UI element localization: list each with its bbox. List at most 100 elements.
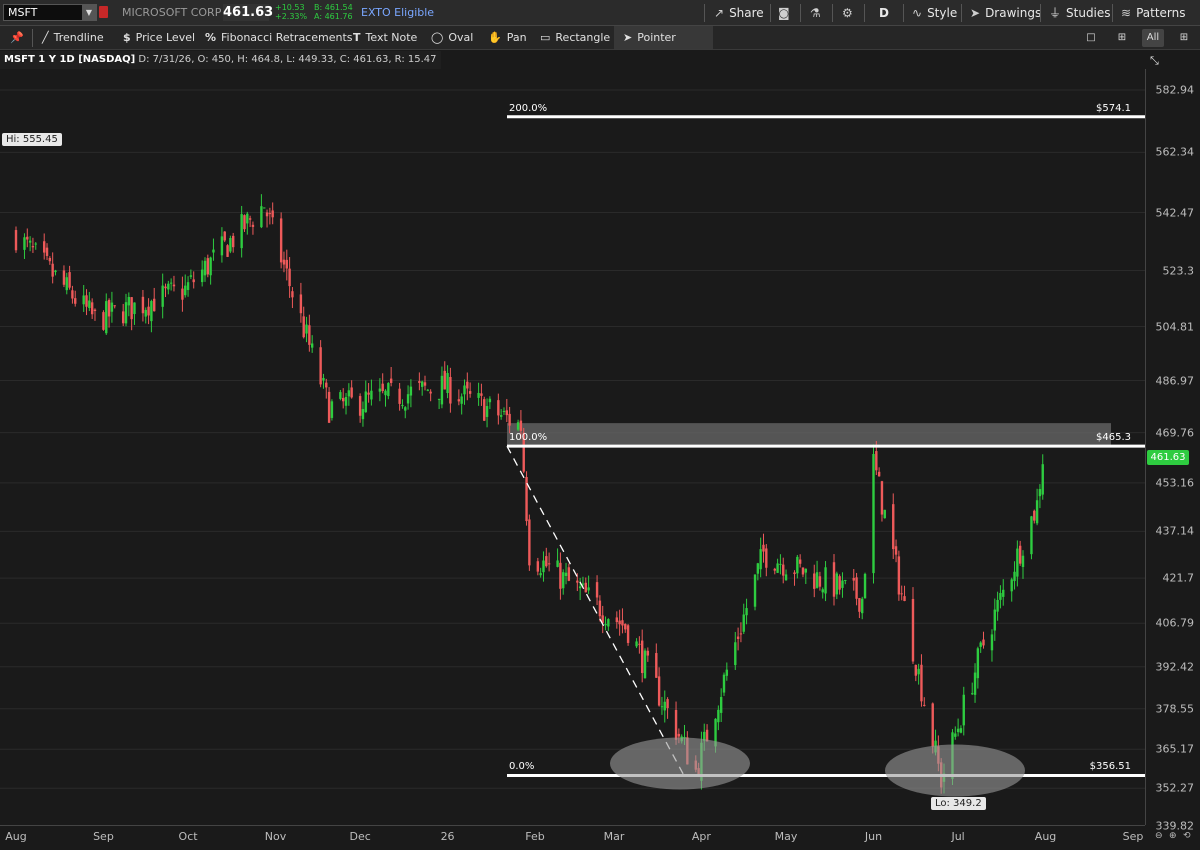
- candle-body: [841, 580, 844, 588]
- candle-body: [545, 556, 548, 567]
- candle-body: [305, 324, 308, 334]
- candle-body: [423, 382, 427, 386]
- pin-button[interactable]: 📌: [10, 30, 29, 46]
- divider: [1040, 4, 1041, 22]
- grid-lines: [0, 89, 1145, 789]
- price-level-tool[interactable]: $ Price Level: [123, 30, 195, 46]
- time-axis[interactable]: Aug Sep Oct Nov Dec 26 Feb Mar Apr May Jun Jul Aug Se…: [0, 825, 1145, 850]
- reset-icon[interactable]: ⟲: [1183, 831, 1191, 841]
- price-axis-label: 523.3: [1162, 264, 1195, 278]
- candle-body: [127, 296, 131, 306]
- time-axis-label: Feb: [525, 830, 545, 843]
- candle-body: [45, 247, 49, 256]
- text-note-tool[interactable]: T Text Note: [353, 30, 417, 46]
- candle-body: [505, 410, 509, 416]
- fibonacci-label: Fibonacci Retracements: [221, 31, 353, 44]
- share-button[interactable]: ↗ Share: [714, 5, 764, 21]
- candle-body: [646, 650, 650, 656]
- trendline-tool[interactable]: ╱ Trendline: [42, 30, 104, 46]
- chevron-down-icon[interactable]: ▼: [82, 5, 96, 20]
- candle-body: [240, 214, 243, 249]
- candle-body: [291, 291, 294, 298]
- price-axis-labels: 582.94 562.34 542.47 523.3 504.81 486.97 469.7…: [1145, 0, 1200, 850]
- candle-body: [404, 407, 407, 411]
- divider: [832, 4, 833, 22]
- style-icon: ∿: [912, 6, 923, 20]
- symbol-text: MSFT: [8, 6, 38, 19]
- candle-body: [418, 381, 421, 383]
- candle-body: [186, 282, 190, 291]
- candle-body: [759, 549, 762, 570]
- candle-body: [990, 634, 994, 651]
- time-axis-label: Jul: [951, 830, 965, 843]
- quad-grid-toggle[interactable]: ⊞: [1111, 29, 1133, 47]
- candle-body: [832, 562, 836, 597]
- divider: [704, 4, 705, 22]
- candle-body: [1018, 545, 1022, 564]
- price-axis-label: 406.79: [1155, 616, 1195, 630]
- drawings-button[interactable]: ➤ Drawings: [970, 5, 1041, 21]
- candle-body: [717, 709, 720, 723]
- candle-body: [310, 343, 314, 348]
- symbol-input[interactable]: MSFT ▼: [3, 4, 97, 21]
- camera-button[interactable]: ◙: [778, 5, 795, 21]
- zoom-in-icon[interactable]: ⊕: [1169, 831, 1177, 841]
- pointer-tool[interactable]: ➤ Pointer: [623, 30, 676, 46]
- candle-body: [973, 672, 977, 695]
- time-axis-label: Oct: [178, 830, 198, 843]
- candle-body: [911, 598, 915, 662]
- candle-body: [547, 563, 551, 565]
- candle-body: [576, 580, 579, 583]
- candle-body: [536, 561, 540, 572]
- top-toolbar: MSFT ▼ MICROSOFT CORP 461.63 +10.53 +2.3…: [0, 0, 1200, 26]
- candle-body: [429, 391, 432, 394]
- candle-body: [798, 559, 802, 564]
- candle-body: [265, 212, 269, 217]
- dollar-icon: $: [123, 31, 131, 44]
- candle-body: [640, 640, 644, 674]
- candle-body: [147, 306, 150, 316]
- hi-label: Hi: 555.45: [2, 133, 62, 146]
- candle-body: [169, 282, 173, 284]
- info-range: R: 15.47: [394, 54, 437, 65]
- candle-body: [971, 693, 974, 695]
- settings-button[interactable]: ⚙: [842, 5, 858, 21]
- studies-button[interactable]: ⏚ Studies: [1049, 5, 1111, 21]
- candle-body: [82, 295, 85, 305]
- trendline-icon: ╱: [42, 31, 49, 44]
- candle-body: [231, 235, 235, 248]
- price-chart[interactable]: [0, 69, 1145, 825]
- oval-label: Oval: [448, 31, 474, 44]
- candle-body: [883, 509, 886, 519]
- candle-body: [539, 573, 542, 576]
- candle-body: [378, 388, 382, 392]
- pan-tool[interactable]: ✋ Pan: [488, 30, 527, 46]
- low-oval: [885, 744, 1025, 797]
- divider: [770, 4, 771, 22]
- candle-body: [330, 401, 334, 418]
- candle-body: [485, 406, 489, 417]
- candle-body: [892, 504, 895, 550]
- candle-body: [426, 389, 430, 391]
- lock-icon[interactable]: [99, 6, 108, 18]
- time-axis-label: Mar: [603, 830, 625, 843]
- aggregation-button[interactable]: D: [879, 5, 889, 21]
- exto-link[interactable]: EXTO Eligible: [361, 6, 434, 19]
- candle-body: [488, 398, 492, 403]
- fib-percent-label: 0.0%: [509, 761, 535, 773]
- drawings: [506, 115, 1145, 797]
- divider: [903, 4, 904, 22]
- candle-body: [288, 268, 291, 287]
- candle-body: [409, 386, 413, 396]
- rectangle-tool[interactable]: ▭ Rectangle: [540, 30, 610, 46]
- flask-button[interactable]: ⚗: [810, 5, 826, 21]
- fibonacci-tool[interactable]: % Fibonacci Retracements: [205, 30, 353, 46]
- oval-tool[interactable]: ◯ Oval: [431, 30, 473, 46]
- style-button[interactable]: ∿ Style: [912, 5, 957, 21]
- candle-body: [959, 728, 963, 733]
- single-grid-toggle[interactable]: □: [1080, 29, 1102, 47]
- zoom-out-icon[interactable]: ⊖: [1155, 831, 1163, 841]
- candle-body: [26, 236, 29, 240]
- candle-body: [384, 390, 387, 396]
- axis-corner: ⊖ ⊕ ⟲: [1145, 825, 1200, 850]
